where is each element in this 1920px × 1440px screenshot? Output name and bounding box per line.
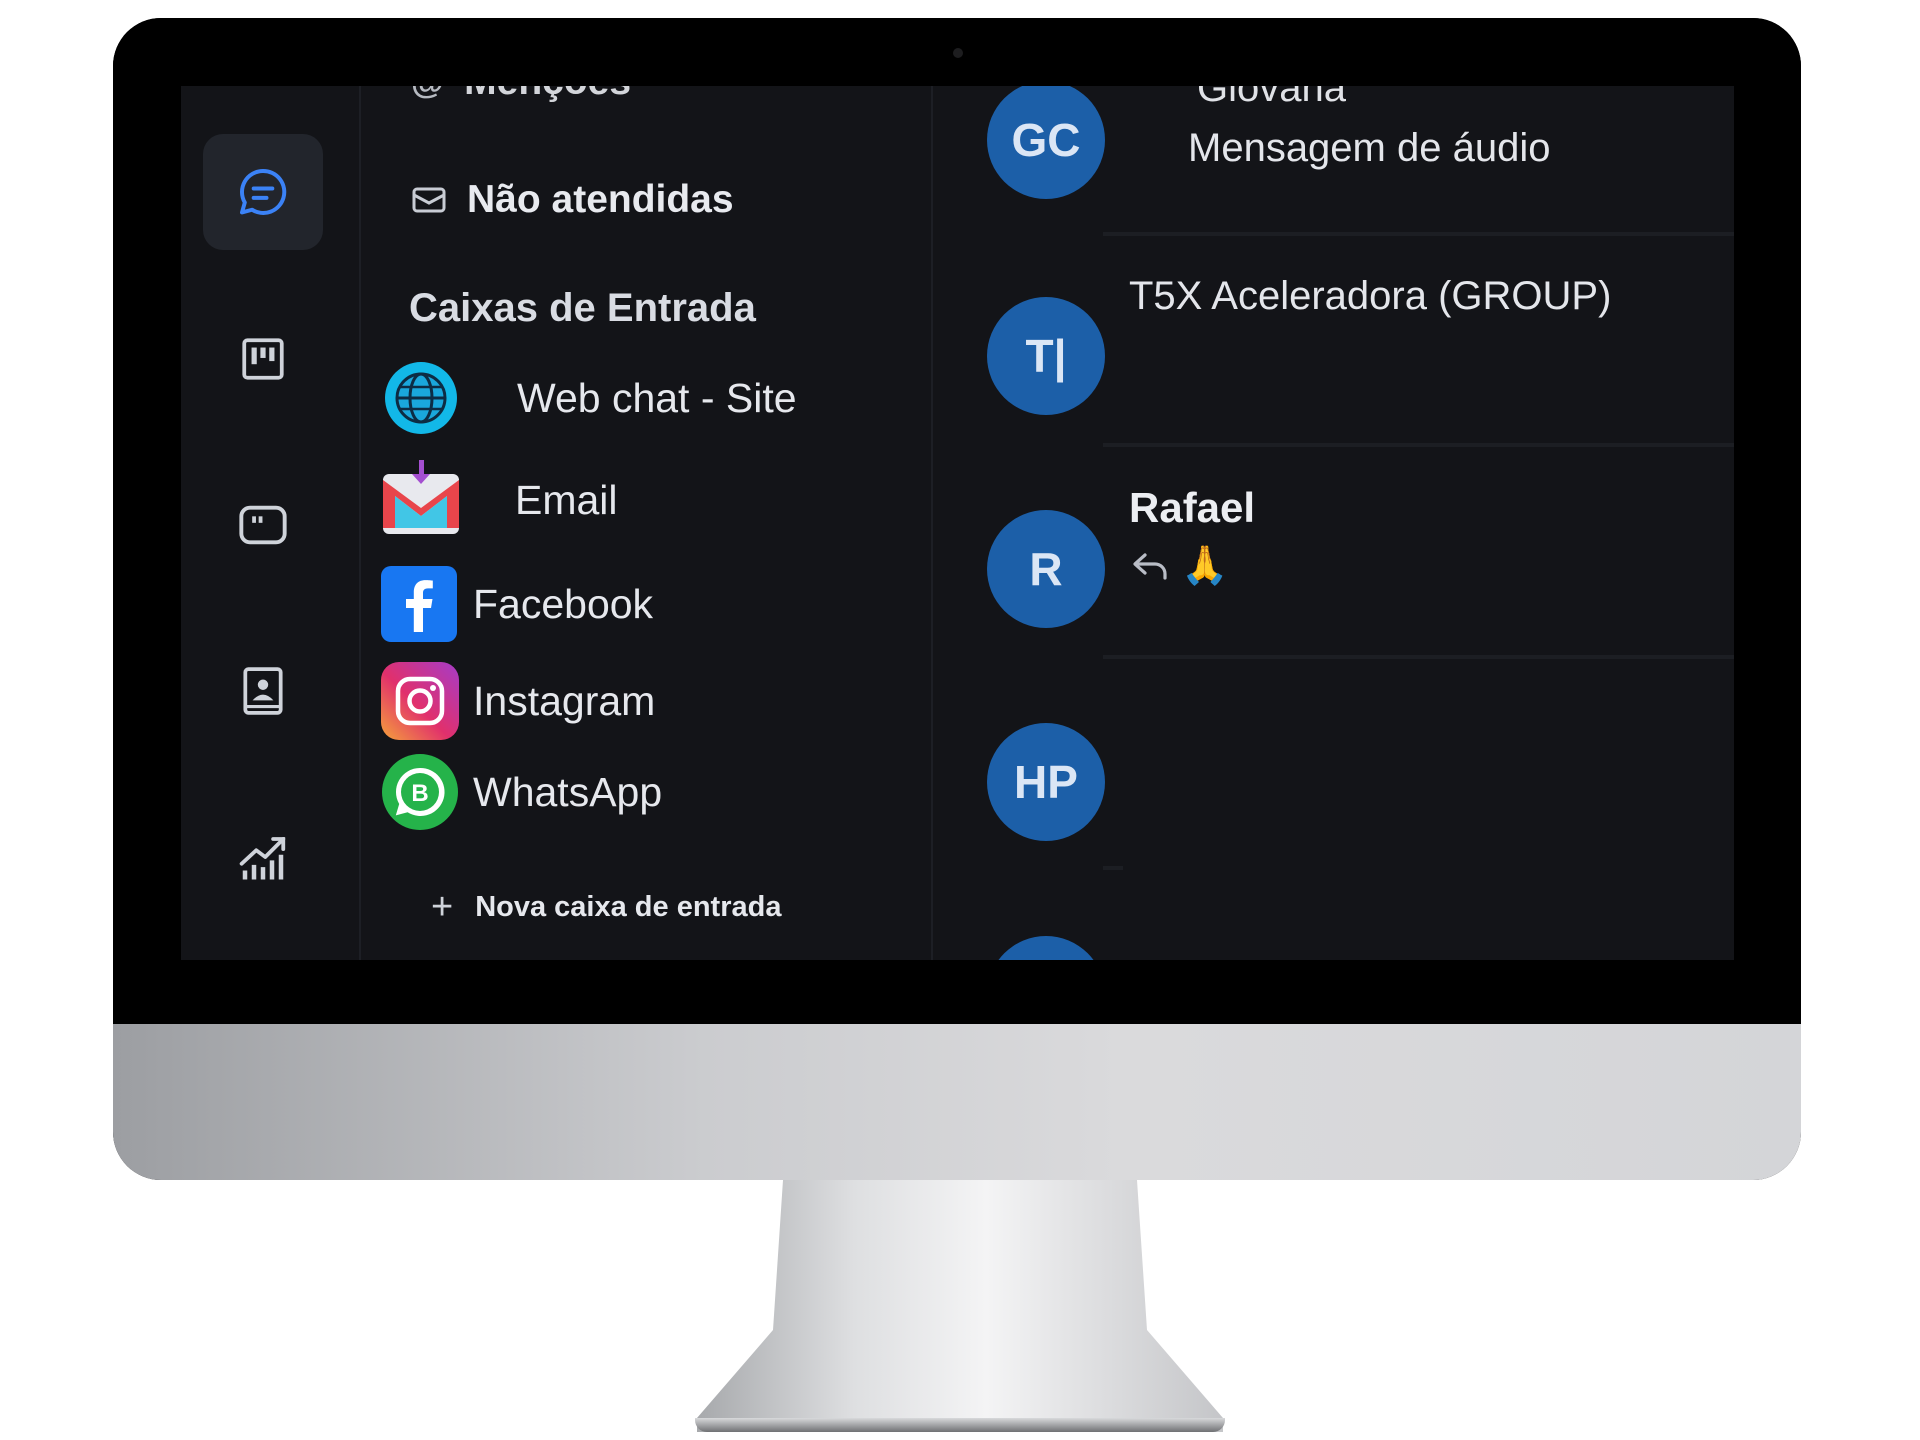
conversation-divider (1103, 232, 1734, 236)
menu-unattended[interactable]: Não atendidas (411, 178, 734, 222)
monitor-frame: @ Menções Não atendidas Caixas de Entrad… (113, 18, 1801, 1180)
reply-icon (1133, 553, 1167, 580)
nav-reports[interactable] (203, 799, 323, 915)
conversation-preview: Mensagem de áudio (1188, 126, 1551, 170)
conversation-name: Giovana (1197, 86, 1346, 110)
praying-hands-emoji: 🙏 (1181, 545, 1229, 587)
at-icon: @ (411, 86, 444, 102)
conversation-divider (1103, 866, 1123, 870)
inbox-item-whatsapp[interactable]: B WhatsApp (381, 750, 662, 834)
nav-conversations[interactable] (203, 134, 323, 250)
menu-mentions[interactable]: @ Menções (411, 86, 631, 104)
conversation-name[interactable]: T5X Aceleradora (GROUP) (1129, 274, 1611, 319)
inbox-item-webchat[interactable]: Web chat - Site (381, 356, 797, 440)
conversation-list: GC Giovana Mensagem de áudio T| T5X Acel… (933, 86, 1734, 960)
chat-bubble-icon (240, 169, 287, 215)
avatar: T| (987, 297, 1105, 415)
inbox-label-webchat: Web chat - Site (517, 374, 797, 421)
inbox-label-whatsapp: WhatsApp (473, 768, 663, 815)
inbox-item-email[interactable]: Email (381, 458, 618, 542)
new-inbox-button[interactable]: + Nova caixa de entrada (431, 886, 781, 929)
inbox-label-facebook: Facebook (473, 580, 654, 627)
inbox-item-instagram[interactable]: Instagram (381, 659, 655, 743)
monitor-stand (697, 1180, 1223, 1432)
gmail-icon (383, 460, 459, 534)
facebook-icon (381, 566, 457, 642)
avatar: HP (987, 723, 1105, 841)
svg-text:B: B (411, 780, 428, 807)
icon-sidebar (181, 86, 361, 960)
whatsapp-icon: B (382, 754, 458, 830)
plus-icon: + (431, 886, 454, 928)
nav-widget[interactable] (203, 467, 323, 583)
kanban-icon (242, 338, 284, 380)
conversation-name[interactable]: Rafael (1129, 484, 1255, 532)
monitor-stand-base (695, 1418, 1225, 1432)
avatar: GC (987, 86, 1105, 199)
reports-icon (239, 837, 286, 880)
section-title-inboxes: Caixas de Entrada (409, 286, 756, 330)
avatar: R (987, 510, 1105, 628)
new-inbox-label: Nova caixa de entrada (475, 891, 782, 923)
monitor-bezel: @ Menções Não atendidas Caixas de Entrad… (113, 18, 1801, 1024)
envelope-icon (412, 187, 446, 213)
widget-icon (239, 505, 287, 545)
nav-kanban[interactable] (203, 301, 323, 417)
unattended-label: Não atendidas (467, 178, 734, 221)
contacts-icon (243, 667, 283, 715)
inbox-label-instagram: Instagram (473, 677, 656, 724)
inbox-item-facebook[interactable]: Facebook (381, 562, 653, 646)
conversation-divider (1103, 655, 1734, 659)
app-screen: @ Menções Não atendidas Caixas de Entrad… (181, 86, 1734, 960)
inbox-panel: @ Menções Não atendidas Caixas de Entrad… (361, 86, 933, 960)
mentions-label: Menções (464, 86, 631, 104)
instagram-icon (381, 662, 459, 740)
globe-icon (385, 362, 457, 434)
conversation-divider (1103, 443, 1734, 447)
inbox-label-email: Email (515, 476, 618, 523)
avatar (987, 936, 1105, 960)
camera-dot (953, 48, 963, 58)
conversation-preview: 🙏 (1131, 544, 1228, 588)
nav-contacts[interactable] (203, 633, 323, 749)
monitor-chin (113, 1024, 1801, 1180)
